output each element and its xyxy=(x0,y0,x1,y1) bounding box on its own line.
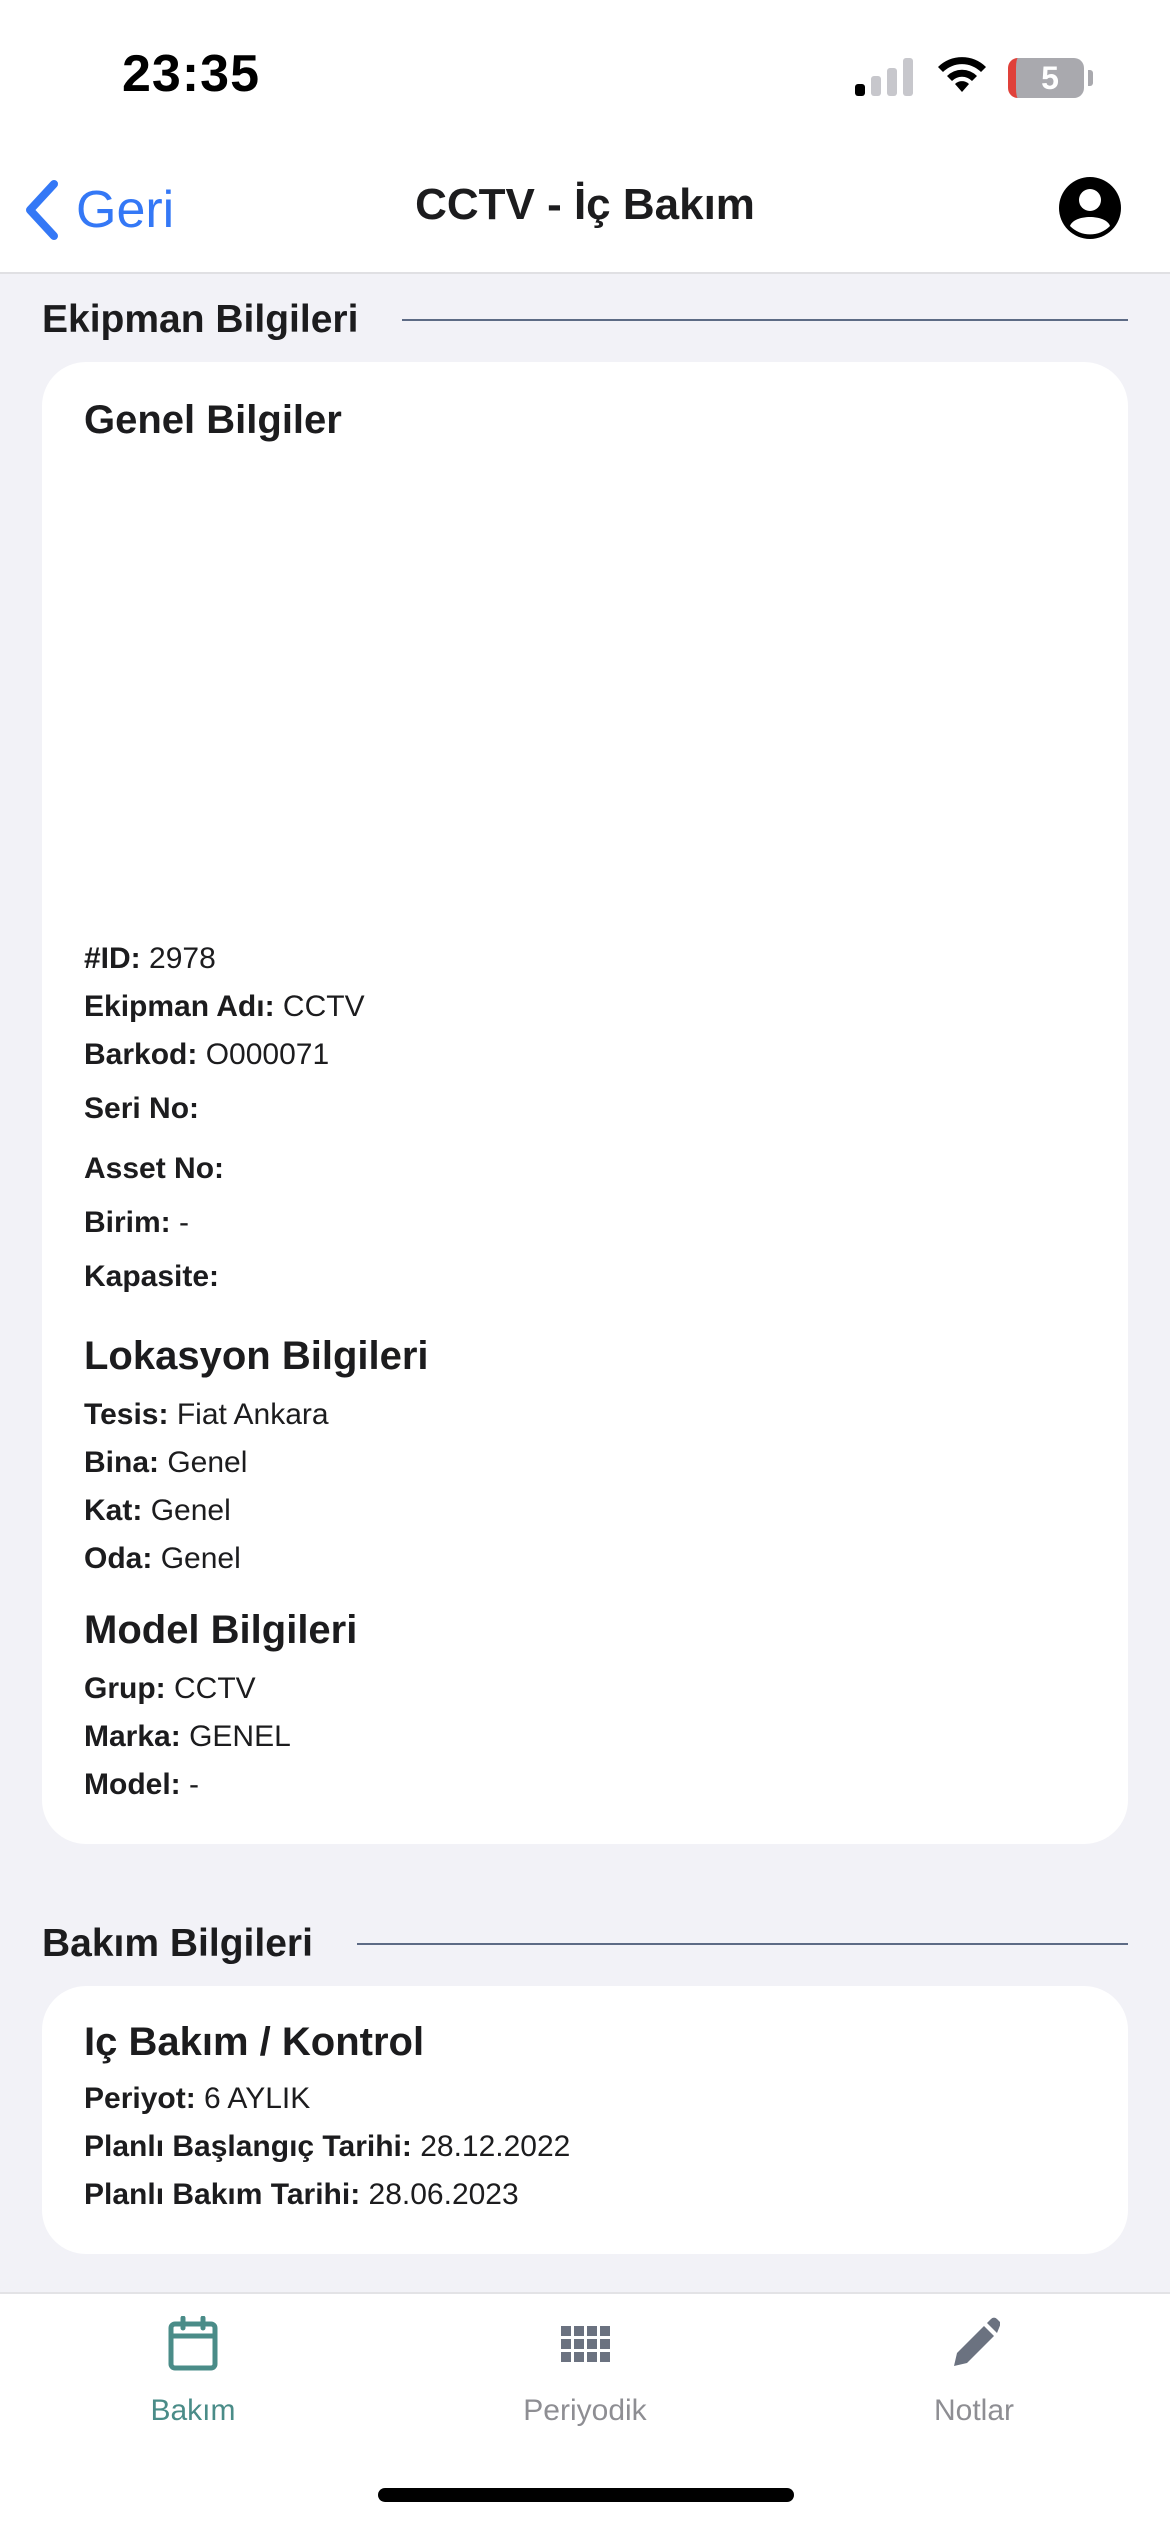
section-title-maintenance: Bakım Bilgileri xyxy=(42,1922,313,1965)
section-divider xyxy=(402,319,1128,321)
tab-notlar[interactable]: Notlar xyxy=(854,2316,1094,2428)
section-header-equipment: Ekipman Bilgileri xyxy=(42,290,1128,350)
info-row-serial-no: Seri No: xyxy=(84,1092,200,1125)
equipment-info-card: Genel Bilgiler #ID: 2978 Ekipman Adı: CC… xyxy=(42,362,1128,1844)
section-title-equipment: Ekipman Bilgileri xyxy=(42,298,359,341)
info-row-facility: Tesis: Fiat Ankara xyxy=(84,1398,329,1431)
general-info-heading: Genel Bilgiler xyxy=(84,398,342,442)
maintenance-heading: Iç Bakım / Kontrol xyxy=(84,2020,425,2064)
info-row-period: Periyot: 6 AYLIK xyxy=(84,2082,311,2115)
wifi-icon xyxy=(938,57,986,92)
status-time: 23:35 xyxy=(122,45,260,103)
info-row-unit: Birim: - xyxy=(84,1206,190,1239)
grid-icon xyxy=(561,2326,610,2362)
info-row-brand: Marka: GENEL xyxy=(84,1720,291,1753)
info-row-equipment-name: Ekipman Adı: CCTV xyxy=(84,990,365,1023)
navigation-bar: Geri CCTV - İç Bakım xyxy=(0,150,1170,274)
battery-tip xyxy=(1088,70,1093,86)
info-row-floor: Kat: Genel xyxy=(84,1494,231,1527)
page-title: CCTV - İç Bakım xyxy=(415,180,755,229)
tab-label: Notlar xyxy=(933,2394,1015,2427)
info-row-planned-start-date: Planlı Başlangıç Tarihi: 28.12.2022 xyxy=(84,2130,571,2163)
info-row-group: Grup: CCTV xyxy=(84,1672,256,1705)
info-row-building: Bina: Genel xyxy=(84,1446,248,1479)
info-row-room: Oda: Genel xyxy=(84,1542,241,1575)
tab-label: Bakım xyxy=(150,2394,236,2427)
pencil-icon xyxy=(954,2317,1000,2366)
section-divider xyxy=(356,1943,1128,1945)
home-indicator[interactable] xyxy=(378,2488,794,2502)
location-info-heading: Lokasyon Bilgileri xyxy=(84,1334,429,1378)
model-info-heading: Model Bilgileri xyxy=(84,1608,358,1652)
maintenance-info-card[interactable]: Iç Bakım / Kontrol Periyot: 6 AYLIK Plan… xyxy=(42,1986,1128,2254)
info-row-model: Model: - xyxy=(84,1768,199,1801)
calendar-icon xyxy=(168,2316,218,2371)
cellular-signal-icon xyxy=(855,58,915,96)
info-row-asset-no: Asset No: xyxy=(84,1152,225,1185)
info-row-barcode: Barkod: O000071 xyxy=(84,1038,330,1071)
tab-bakim[interactable]: Bakım xyxy=(73,2316,313,2428)
info-row-planned-maintenance-date: Planlı Bakım Tarihi: 28.06.2023 xyxy=(84,2178,519,2211)
battery-icon: 5 xyxy=(1008,58,1084,98)
status-bar: 23:35 5 xyxy=(0,0,1170,150)
user-profile-icon[interactable] xyxy=(1058,176,1122,240)
info-row-capacity: Kapasite: xyxy=(84,1260,220,1293)
tab-periyodik[interactable]: Periyodik xyxy=(465,2316,705,2428)
tab-label: Periyodik xyxy=(523,2394,647,2427)
info-row-id: #ID: 2978 xyxy=(84,942,216,975)
section-header-maintenance: Bakım Bilgileri xyxy=(42,1914,1128,1974)
